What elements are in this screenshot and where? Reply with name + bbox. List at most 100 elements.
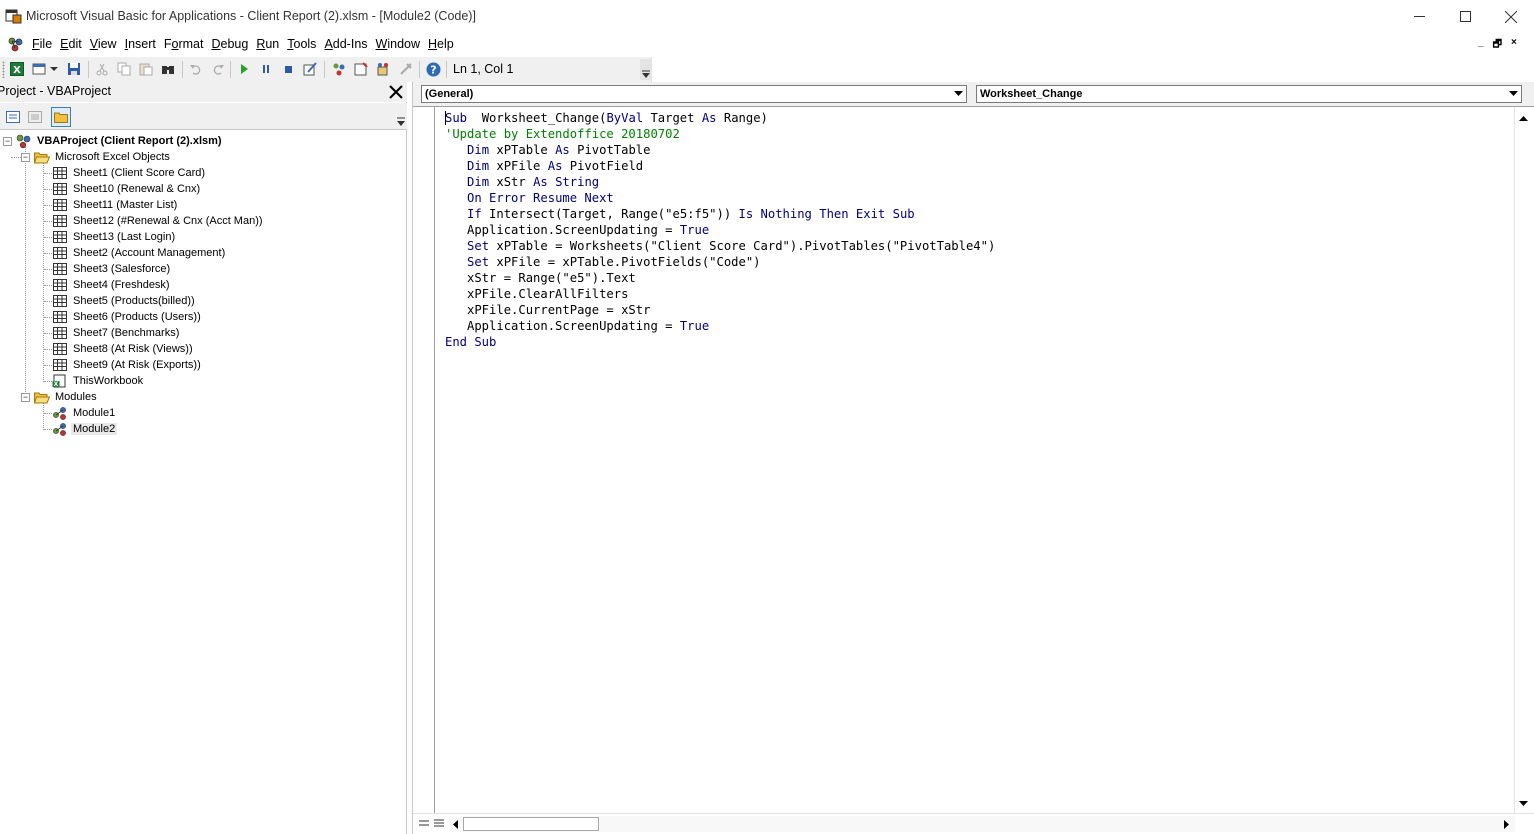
toolbar-options-button[interactable]: [640, 59, 652, 80]
vba-system-menu-icon[interactable]: [7, 36, 25, 53]
menu-file[interactable]: File: [32, 33, 56, 56]
tree-item-vbaproject[interactable]: VBAProject (Client Report (2).xlsm): [16, 133, 224, 149]
code-line[interactable]: Application.ScreenUpdating = True: [445, 318, 995, 334]
insert-dropdown-button[interactable]: [49, 61, 59, 77]
tree-item-sheet[interactable]: Sheet8 (At Risk (Views)): [52, 341, 195, 357]
menu-add-ins[interactable]: Add-Ins: [320, 33, 371, 56]
menu-edit[interactable]: Edit: [56, 33, 86, 56]
mdi-restore-button[interactable]: 🗗: [1493, 37, 1502, 54]
code-line[interactable]: Set xPFile = xPTable.PivotFields("Code"): [445, 254, 995, 270]
menu-window[interactable]: Window: [372, 33, 424, 56]
copy-button[interactable]: [116, 61, 132, 77]
undo-button[interactable]: [188, 61, 204, 77]
tree-item-sheet[interactable]: Sheet2 (Account Management): [52, 245, 227, 261]
code-line[interactable]: Sub Worksheet_Change(ByVal Target As Ran…: [445, 110, 995, 126]
object-browser-button[interactable]: [375, 61, 391, 77]
chevron-down-icon[interactable]: [951, 87, 965, 101]
view-object-button[interactable]: [25, 107, 45, 127]
vertical-scrollbar[interactable]: [1514, 107, 1531, 813]
code-line[interactable]: On Error Resume Next: [445, 190, 995, 206]
menu-help[interactable]: Help: [424, 33, 458, 56]
tree-item-sheet[interactable]: Sheet9 (At Risk (Exports)): [52, 357, 203, 373]
toggle-folders-button[interactable]: [51, 107, 71, 127]
code-line[interactable]: Set xPTable = Worksheets("Client Score C…: [445, 238, 995, 254]
cut-button[interactable]: [94, 61, 110, 77]
menu-insert[interactable]: Insert: [121, 33, 160, 56]
tree-item-modules-folder[interactable]: Modules: [34, 389, 99, 405]
properties-window-button[interactable]: [353, 61, 369, 77]
maximize-button[interactable]: [1442, 0, 1488, 33]
scroll-right-arrow-icon[interactable]: [1501, 818, 1513, 830]
tree-item-sheet[interactable]: Sheet1 (Client Score Card): [52, 165, 207, 181]
procedure-combo[interactable]: Worksheet_Change: [976, 85, 1522, 103]
code-line[interactable]: Dim xStr As String: [445, 174, 995, 190]
tree-item-sheet[interactable]: Sheet6 (Products (Users)): [52, 309, 203, 325]
tree-item-sheet[interactable]: Sheet7 (Benchmarks): [52, 325, 181, 341]
help-button[interactable]: ?: [425, 61, 441, 77]
code-line[interactable]: Dim xPTable As PivotTable: [445, 142, 995, 158]
menu-run[interactable]: Run: [252, 33, 283, 56]
minimize-button[interactable]: [1396, 0, 1442, 33]
toolbar-grip[interactable]: [2, 61, 5, 78]
menu-tools[interactable]: Tools: [283, 33, 320, 56]
scroll-left-arrow-icon[interactable]: [450, 818, 462, 830]
excel-objects-collapse-toggle[interactable]: −: [21, 153, 30, 162]
code-line[interactable]: End Sub: [445, 334, 995, 350]
menu-debug[interactable]: Debug: [207, 33, 252, 56]
tree-item-sheet[interactable]: Sheet10 (Renewal & Cnx): [52, 181, 202, 197]
menu-view[interactable]: View: [86, 33, 121, 56]
tree-item-module1[interactable]: Module1: [52, 405, 117, 421]
tree-item-sheet[interactable]: Sheet4 (Freshdesk): [52, 277, 172, 293]
view-excel-button[interactable]: X: [9, 61, 25, 77]
modules-collapse-toggle[interactable]: −: [21, 393, 30, 402]
reset-button[interactable]: [280, 61, 296, 77]
code-line[interactable]: 'Update by Extendoffice 20180702: [445, 126, 995, 142]
object-combo[interactable]: (General): [421, 85, 967, 103]
tree-item-sheet[interactable]: Sheet5 (Products(billed)): [52, 293, 197, 309]
tree-item-sheet[interactable]: Sheet11 (Master List): [52, 197, 179, 213]
full-module-view-button[interactable]: [432, 816, 446, 830]
code-line[interactable]: xPFile.ClearAllFilters: [445, 286, 995, 302]
code-line[interactable]: Application.ScreenUpdating = True: [445, 222, 995, 238]
design-mode-button[interactable]: [302, 61, 318, 77]
procedure-view-button[interactable]: [417, 816, 431, 830]
find-button[interactable]: [160, 61, 176, 77]
margin-indicator-bar[interactable]: [413, 107, 435, 813]
horizontal-scrollbar[interactable]: [449, 816, 1515, 832]
code-editor[interactable]: Sub Worksheet_Change(ByVal Target As Ran…: [413, 106, 1534, 834]
paste-button[interactable]: [138, 61, 154, 77]
toolbar-scroll-arrow[interactable]: [396, 104, 406, 129]
close-button[interactable]: [1488, 0, 1534, 33]
horizontal-scroll-thumb[interactable]: [463, 817, 599, 831]
mdi-minimize-button[interactable]: _: [1478, 37, 1484, 54]
code-text[interactable]: Sub Worksheet_Change(ByVal Target As Ran…: [445, 110, 995, 350]
chevron-down-icon[interactable]: [1506, 87, 1520, 101]
view-code-button[interactable]: [3, 107, 23, 127]
project-explorer-close-button[interactable]: [387, 83, 405, 101]
tree-item-sheet[interactable]: Sheet3 (Salesforce): [52, 261, 172, 277]
code-line[interactable]: xPFile.CurrentPage = xStr: [445, 302, 995, 318]
save-button[interactable]: [66, 61, 82, 77]
break-button[interactable]: [258, 61, 274, 77]
vba-app-icon[interactable]: [5, 8, 22, 24]
code-line[interactable]: xStr = Range("e5").Text: [445, 270, 995, 286]
tree-line: [44, 381, 52, 382]
menu-format[interactable]: Format: [160, 33, 208, 56]
scroll-down-arrow-icon[interactable]: [1518, 799, 1528, 809]
redo-button[interactable]: [210, 61, 226, 77]
project-explorer-button[interactable]: [331, 61, 347, 77]
root-collapse-toggle[interactable]: −: [3, 137, 12, 146]
tree-line: [44, 333, 52, 334]
tree-item-excel-objects-folder[interactable]: Microsoft Excel Objects: [34, 149, 172, 165]
tree-item-thisworkbook[interactable]: X ThisWorkbook: [52, 373, 145, 389]
mdi-close-button[interactable]: ×: [1511, 37, 1517, 54]
run-button[interactable]: [236, 61, 252, 77]
insert-userform-button[interactable]: [31, 61, 47, 77]
tree-item-sheet[interactable]: Sheet12 (#Renewal & Cnx (Acct Man)): [52, 213, 265, 229]
toolbox-button[interactable]: [398, 61, 414, 77]
code-line[interactable]: Dim xPFile As PivotField: [445, 158, 995, 174]
scroll-up-arrow-icon[interactable]: [1518, 114, 1528, 124]
tree-item-module2[interactable]: Module2: [52, 421, 118, 437]
code-line[interactable]: If Intersect(Target, Range("e5:f5")) Is …: [445, 206, 995, 222]
tree-item-sheet[interactable]: Sheet13 (Last Login): [52, 229, 177, 245]
